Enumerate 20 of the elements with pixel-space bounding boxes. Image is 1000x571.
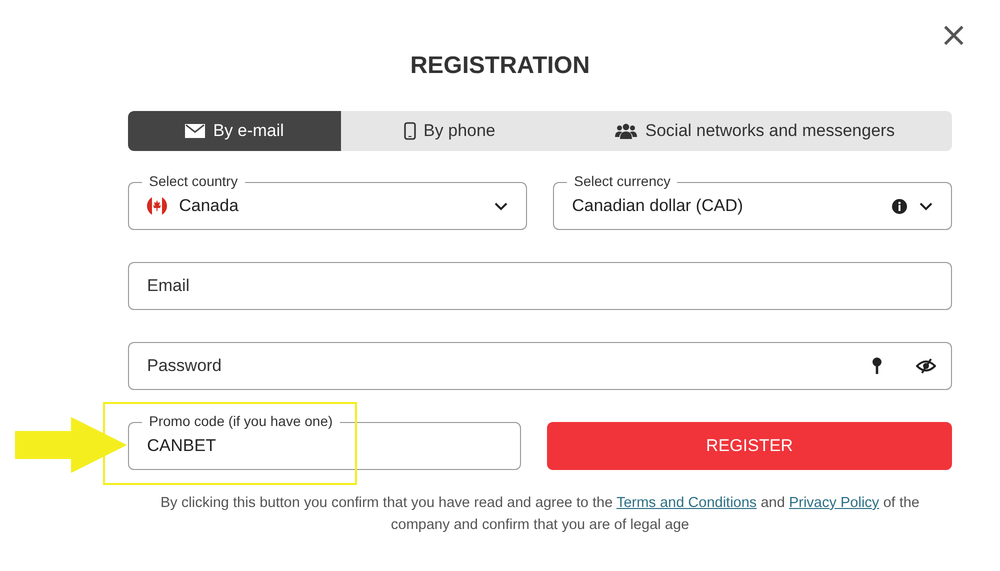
envelope-icon xyxy=(185,124,206,138)
email-field[interactable]: Email xyxy=(128,262,952,310)
people-icon xyxy=(615,123,638,139)
password-field[interactable]: Password xyxy=(128,342,952,390)
chevron-down-icon xyxy=(919,202,933,210)
disclaimer-text: By clicking this button you confirm that you have read and agree to the Terms and Conditions and Privacy Policy of the company and confirm that you are of legal age xyxy=(159,494,920,535)
link[interactable]: Privacy Policy xyxy=(788,495,880,511)
field-value: Canada xyxy=(179,196,239,216)
eye-slash-icon xyxy=(916,358,936,374)
register-button[interactable]: REGISTER xyxy=(547,422,952,470)
info-icon xyxy=(892,198,907,214)
field-value: Canadian dollar (CAD) xyxy=(572,196,744,216)
close-button[interactable]: × xyxy=(936,18,972,52)
tab[interactable]: By e-mail xyxy=(128,111,341,151)
dialog-title: REGISTRATION xyxy=(410,51,590,81)
flag-icon xyxy=(147,196,167,216)
key-icon xyxy=(872,357,882,375)
link[interactable]: Terms and Conditions xyxy=(616,495,757,511)
chevron-down-icon xyxy=(494,202,508,210)
phone-icon xyxy=(404,122,416,140)
